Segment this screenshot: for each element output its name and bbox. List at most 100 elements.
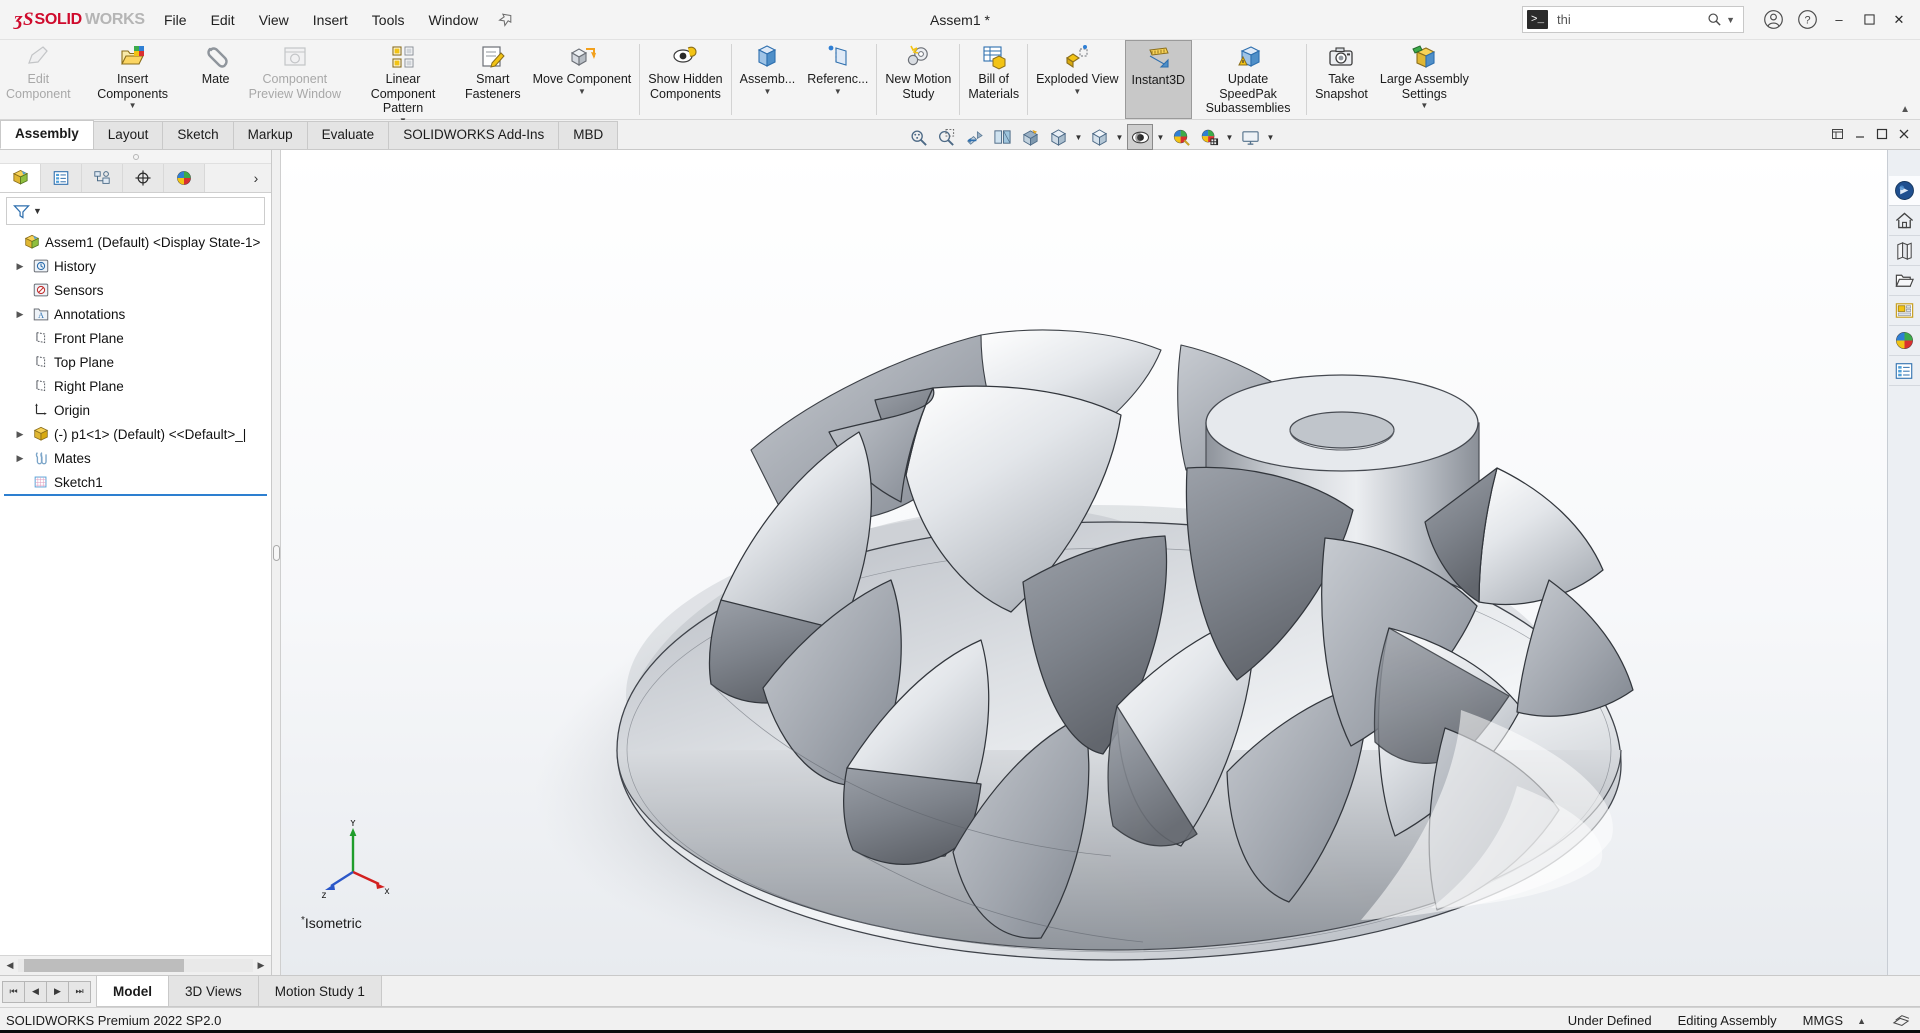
ribbon-button-new-motion-study[interactable]: New Motion Study [879,40,957,119]
previous-view-icon[interactable] [961,124,987,150]
chevron-down-icon[interactable]: ▼ [1114,133,1125,142]
chevron-down-icon[interactable]: ▼ [1725,15,1739,25]
chevron-down-icon[interactable]: ▼ [834,87,842,96]
menu-item-edit[interactable]: Edit [199,7,247,33]
chevron-down-icon[interactable]: ▼ [33,206,42,216]
view-setting-icon[interactable] [1196,124,1222,150]
command-tab-evaluate[interactable]: Evaluate [306,121,390,149]
edit-appearance-icon[interactable] [1127,124,1153,150]
open-folder-icon[interactable] [1888,266,1920,296]
design-library-home-icon[interactable] [1888,206,1920,236]
splitter-grip[interactable] [273,545,280,561]
close-button[interactable]: ✕ [1884,5,1914,35]
bottom-tab-model[interactable]: Model [96,976,169,1007]
next-tab-icon[interactable]: ▶ [46,980,69,1003]
feature-manager-design-tree-tab[interactable] [0,164,41,192]
chevron-down-icon[interactable]: ▼ [763,87,771,96]
dimxpert-manager-tab[interactable] [123,164,164,192]
solidworks-resources-icon[interactable] [1888,176,1920,206]
search-icon[interactable] [1704,12,1725,27]
collapse-ribbon-icon[interactable]: ▲ [1900,104,1910,115]
command-tab-mbd[interactable]: MBD [558,121,619,149]
command-tab-layout[interactable]: Layout [92,121,164,149]
ribbon-button-exploded-view[interactable]: Exploded View ▼ [1030,40,1124,119]
view-orientation-icon[interactable] [1017,124,1043,150]
appearances-scenes-decals-icon[interactable] [1888,326,1920,356]
zoom-to-area-icon[interactable] [933,124,959,150]
hide-show-items-icon[interactable] [1086,124,1112,150]
help-icon[interactable]: ? [1790,3,1824,37]
feature-tree-horizontal-scrollbar[interactable]: ◀ ▶ [0,955,271,975]
section-view-icon[interactable] [989,124,1015,150]
chevron-down-icon[interactable]: ▼ [1073,133,1084,142]
chevron-down-icon[interactable]: ▼ [578,87,586,96]
ribbon-button-take-snapshot[interactable]: Take Snapshot [1309,40,1374,119]
status-units[interactable]: MMGS [1803,1013,1843,1028]
minimize-window-icon[interactable] [1850,124,1870,144]
scroll-right-icon[interactable]: ▶ [253,960,269,971]
maximize-button[interactable] [1854,5,1884,35]
ribbon-button-instant3d[interactable]: Instant3D [1124,40,1193,119]
tree-item-right-plane[interactable]: Right Plane [0,374,271,398]
ribbon-button-assemb[interactable]: Assemb... ▼ [734,40,802,119]
menu-item-window[interactable]: Window [416,7,490,33]
display-manager-tab[interactable] [164,164,205,192]
ribbon-button-large-assembly-settings[interactable]: Large Assembly Settings ▼ [1374,40,1475,119]
ribbon-button-linear-component-pattern[interactable]: Linear Component Pattern▼ [347,40,459,124]
configuration-manager-tab[interactable] [82,164,123,192]
display-overlay-icon[interactable] [1892,1013,1910,1029]
file-explorer-icon[interactable] [1888,236,1920,266]
command-tab-markup[interactable]: Markup [232,121,308,149]
tree-item-assem1-default-display-state-1[interactable]: Assem1 (Default) <Display State-1> [0,230,271,254]
command-tab-solidworks-add-ins[interactable]: SOLIDWORKS Add-Ins [388,121,560,149]
scroll-left-icon[interactable]: ◀ [2,960,18,971]
expand-arrow-icon[interactable]: ▶ [13,453,27,464]
ribbon-button-referenc[interactable]: Referenc... ▼ [801,40,874,119]
minimize-button[interactable]: – [1824,5,1854,35]
chevron-down-icon[interactable]: ▼ [1420,102,1428,110]
command-tab-sketch[interactable]: Sketch [162,121,234,149]
ribbon-button-show-hidden-components[interactable]: Show Hidden Components [642,40,728,119]
expand-arrow-icon[interactable]: ▶ [13,429,27,440]
tree-item-origin[interactable]: Origin [0,398,271,422]
ribbon-button-update-speedpak-subassemblies[interactable]: Update SpeedPak Subassemblies [1192,40,1304,119]
last-tab-icon[interactable]: ⏭ [68,980,91,1003]
chevron-down-icon[interactable]: ▼ [1073,87,1081,96]
ribbon-button-move-component[interactable]: Move Component ▼ [527,40,638,119]
close-window-icon[interactable] [1894,124,1914,144]
menu-item-insert[interactable]: Insert [301,7,360,33]
tree-item-p1-1-default-default[interactable]: ▶ (-) p1<1> (Default) <<Default>_| [0,422,271,446]
menu-item-file[interactable]: File [152,7,199,33]
prev-tab-icon[interactable]: ◀ [24,980,47,1003]
panel-grip[interactable] [0,150,271,164]
first-tab-icon[interactable]: ⏮ [2,980,25,1003]
chevron-right-icon[interactable]: › [241,164,271,192]
chevron-down-icon[interactable]: ▼ [129,102,137,110]
search-input[interactable]: thi [1548,12,1704,27]
command-tab-assembly[interactable]: Assembly [0,120,94,149]
chevron-down-icon[interactable]: ▼ [1155,133,1166,142]
expand-arrow-icon[interactable]: ▶ [13,261,27,272]
display-mode-icon[interactable] [1237,124,1263,150]
menu-item-tools[interactable]: Tools [360,7,417,33]
units-chevron-up-icon[interactable]: ▲ [1857,1016,1866,1026]
pin-icon[interactable] [495,9,516,30]
zoom-to-fit-icon[interactable] [905,124,931,150]
tree-item-mates[interactable]: ▶ Mates [0,446,271,470]
tree-item-top-plane[interactable]: Top Plane [0,350,271,374]
property-manager-tab[interactable] [41,164,82,192]
scroll-thumb[interactable] [24,959,184,972]
ribbon-button-insert-components[interactable]: Insert Components ▼ [77,40,189,119]
panel-splitter[interactable] [272,150,281,975]
command-search-box[interactable]: >_ thi ▼ [1522,6,1744,33]
view-palette-icon[interactable] [1888,296,1920,326]
scroll-track[interactable] [18,959,253,972]
feature-tree-filter[interactable]: ▼ [6,197,265,225]
tree-item-history[interactable]: ▶ History [0,254,271,278]
chevron-down-icon[interactable]: ▼ [1265,133,1276,142]
apply-scene-icon[interactable] [1168,124,1194,150]
chevron-down-icon[interactable]: ▼ [1224,133,1235,142]
ribbon-button-smart-fasteners[interactable]: Smart Fasteners [459,40,527,119]
custom-properties-icon[interactable] [1888,356,1920,386]
maximize-window-icon[interactable] [1872,124,1892,144]
